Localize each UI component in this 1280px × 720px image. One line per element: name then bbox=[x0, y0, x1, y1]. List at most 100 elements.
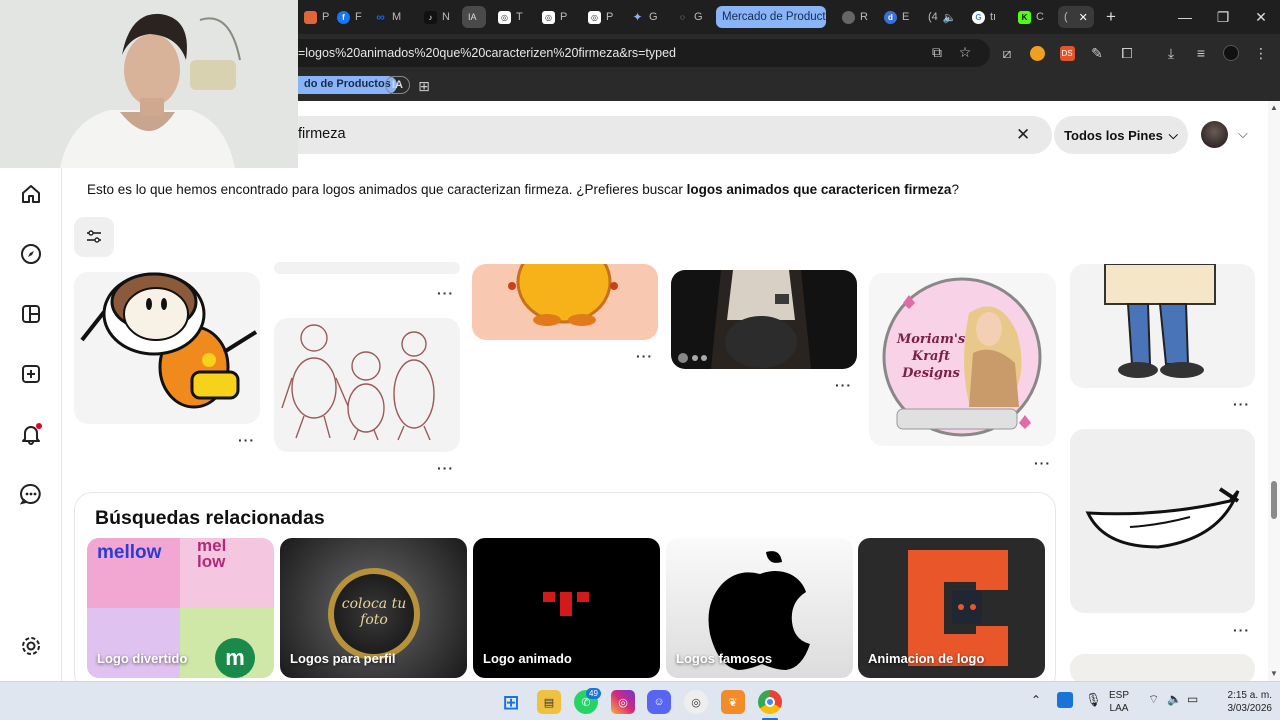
settings-gear-icon[interactable] bbox=[18, 633, 44, 659]
tiktok-icon: ♪ bbox=[424, 10, 437, 24]
scroll-up-icon[interactable]: ▲ bbox=[1270, 103, 1278, 112]
download-icon[interactable]: ⤓ bbox=[1162, 44, 1180, 62]
instagram-icon[interactable]: ◎ bbox=[611, 690, 635, 714]
chrome-icon[interactable] bbox=[758, 690, 782, 714]
messages-icon[interactable] bbox=[18, 481, 44, 507]
pins-filter-dropdown[interactable]: Todos los Pines ⌵ bbox=[1054, 116, 1188, 154]
menu-icon[interactable]: ⋮ bbox=[1252, 44, 1270, 62]
pin-more-options-icon[interactable]: ··· bbox=[437, 285, 454, 301]
pin-more-options-icon[interactable]: ··· bbox=[238, 432, 255, 448]
pin-more-options-icon[interactable]: ··· bbox=[636, 348, 653, 364]
related-card-logos-para-perfil[interactable]: coloca tu foto Logos para perfil bbox=[280, 538, 467, 678]
ds-extension-icon[interactable]: DS bbox=[1058, 44, 1076, 62]
install-app-icon[interactable]: ⧉ bbox=[928, 43, 946, 61]
wifi-icon[interactable]: ⌔ bbox=[1148, 693, 1159, 706]
puzzle-icon[interactable]: ⧠ bbox=[1118, 44, 1136, 62]
clear-search-icon[interactable]: ✕ bbox=[1016, 125, 1030, 145]
cartoon-legs-image bbox=[1104, 264, 1216, 378]
tab-audio[interactable]: (4 🔈 bbox=[922, 6, 960, 28]
tab-google[interactable]: Gtı bbox=[966, 6, 999, 28]
apps-grid-icon[interactable]: ⊞ bbox=[415, 77, 433, 95]
search-bar[interactable]: firmeza ✕ bbox=[298, 116, 1052, 154]
close-tab-icon[interactable]: ✕ bbox=[1079, 11, 1088, 24]
scroll-down-icon[interactable]: ▼ bbox=[1270, 669, 1278, 678]
related-card-label: Logos para perfil bbox=[290, 651, 396, 666]
account-chevron-icon[interactable]: ⌵ bbox=[1238, 126, 1248, 142]
extension-orange-icon[interactable] bbox=[1028, 44, 1046, 62]
boards-icon[interactable] bbox=[18, 301, 44, 327]
tab-facebook[interactable]: fF bbox=[331, 6, 364, 28]
file-explorer-icon[interactable]: ▤ bbox=[537, 690, 561, 714]
tab-chatgpt-1[interactable]: ◎ T bbox=[492, 6, 525, 28]
tab-chatgpt-2[interactable]: ◎ P bbox=[536, 6, 569, 28]
related-card-animacion-de-logo[interactable]: Animacion de logo bbox=[858, 538, 1045, 678]
media-icon[interactable]: ≡ bbox=[1192, 44, 1210, 62]
tab-gemini[interactable]: ✦ G bbox=[625, 6, 658, 28]
filters-button[interactable] bbox=[74, 217, 114, 257]
pin-more-options-icon[interactable]: ··· bbox=[437, 460, 454, 476]
bookmark-group[interactable]: do de Productos bbox=[298, 76, 397, 94]
pin-smile-logo[interactable] bbox=[1070, 429, 1255, 613]
pin-cartoon-monkey[interactable] bbox=[74, 272, 260, 424]
user-avatar[interactable] bbox=[1201, 121, 1228, 148]
tab-group-mercado[interactable]: Mercado de Producto bbox=[716, 6, 826, 28]
profile-icon[interactable] bbox=[1222, 44, 1240, 62]
tab-active[interactable]: (✕ bbox=[1058, 6, 1094, 28]
extension-icon[interactable]: ⧄ bbox=[998, 44, 1016, 62]
openai-icon: ◎ bbox=[498, 10, 511, 24]
pin-more-options-icon[interactable]: ··· bbox=[1034, 455, 1051, 471]
tab-chatgpt-3[interactable]: ◎ P bbox=[582, 6, 615, 28]
pin-sun-character[interactable] bbox=[472, 264, 658, 340]
microphone-icon[interactable]: 🎙 bbox=[1085, 693, 1102, 706]
search-input[interactable]: firmeza bbox=[298, 126, 346, 142]
related-card-logo-divertido[interactable]: mellow mel low m Logo divertido bbox=[87, 538, 274, 678]
scrollbar-thumb[interactable] bbox=[1271, 481, 1277, 519]
window-close-icon[interactable]: ✕ bbox=[1246, 6, 1276, 28]
pin-cartoon-legs[interactable] bbox=[1070, 264, 1255, 388]
related-card-logos-famosos[interactable]: Logos famosos bbox=[666, 538, 853, 678]
eyedropper-icon[interactable]: ✎ bbox=[1088, 44, 1106, 62]
related-searches-title: Búsquedas relacionadas bbox=[95, 507, 325, 529]
tab-e[interactable]: dE bbox=[878, 6, 911, 28]
pin-girl-phone[interactable] bbox=[671, 270, 857, 369]
battery-icon[interactable]: ▭ bbox=[1187, 693, 1198, 706]
page-scrollbar[interactable]: ▲ ▼ bbox=[1268, 101, 1280, 681]
tab-meta[interactable]: ∞ M bbox=[368, 6, 401, 28]
language-indicator[interactable]: ESP LAA bbox=[1109, 689, 1129, 715]
bookmark-ia[interactable]: IA bbox=[385, 76, 410, 94]
tray-chevron-up-icon[interactable]: ⌃ bbox=[1031, 694, 1041, 707]
tab-kick[interactable]: KC bbox=[1012, 6, 1045, 28]
tab-loader[interactable]: ◌ G bbox=[670, 6, 703, 28]
fl-studio-icon[interactable]: ❦ bbox=[721, 690, 745, 714]
volume-icon[interactable]: 🔈 bbox=[1167, 693, 1182, 706]
pin-more-options-icon[interactable]: ··· bbox=[1233, 622, 1250, 638]
tab-pinterest[interactable]: P bbox=[298, 6, 331, 28]
pin-partial-top[interactable] bbox=[274, 262, 460, 274]
notifications-bell-icon[interactable] bbox=[18, 421, 44, 447]
discord-icon[interactable]: ☺ bbox=[647, 690, 671, 714]
suggested-query-link[interactable]: logos animados que caractericen firmeza bbox=[687, 182, 952, 197]
pin-character-sketch[interactable] bbox=[274, 318, 460, 452]
create-plus-icon[interactable] bbox=[18, 361, 44, 387]
tab-tiktok[interactable]: ♪ N bbox=[418, 6, 451, 28]
clock[interactable]: 2:15 a. m. 3/03/2026 bbox=[1212, 689, 1273, 715]
maximize-icon[interactable]: ❐ bbox=[1208, 6, 1238, 28]
openai-icon: ◎ bbox=[588, 10, 601, 24]
minimize-icon[interactable]: — bbox=[1170, 6, 1200, 28]
defender-icon[interactable] bbox=[1057, 692, 1073, 708]
pin-craft-logo[interactable]: Moriam's Kraft Designs bbox=[869, 273, 1056, 446]
related-card-logo-animado[interactable]: Logo animado bbox=[473, 538, 660, 678]
url-text[interactable]: =logos%20animados%20que%20caracterizen%2… bbox=[298, 46, 676, 60]
home-icon[interactable] bbox=[18, 181, 44, 207]
tab-r[interactable]: R bbox=[836, 6, 869, 28]
windows-start-icon[interactable]: ⊞ bbox=[499, 690, 523, 714]
chatgpt-app-icon[interactable]: ◎ bbox=[684, 690, 708, 714]
pin-partial-bottom[interactable] bbox=[1070, 654, 1255, 684]
bookmark-star-icon[interactable]: ☆ bbox=[956, 43, 974, 61]
pin-more-options-icon[interactable]: ··· bbox=[1233, 396, 1250, 412]
character-sketch-image bbox=[281, 324, 435, 441]
pin-more-options-icon[interactable]: ··· bbox=[835, 377, 852, 393]
tab-ia[interactable]: IA bbox=[462, 6, 486, 28]
explore-compass-icon[interactable] bbox=[18, 241, 44, 267]
new-tab-icon[interactable]: + bbox=[1096, 6, 1126, 28]
